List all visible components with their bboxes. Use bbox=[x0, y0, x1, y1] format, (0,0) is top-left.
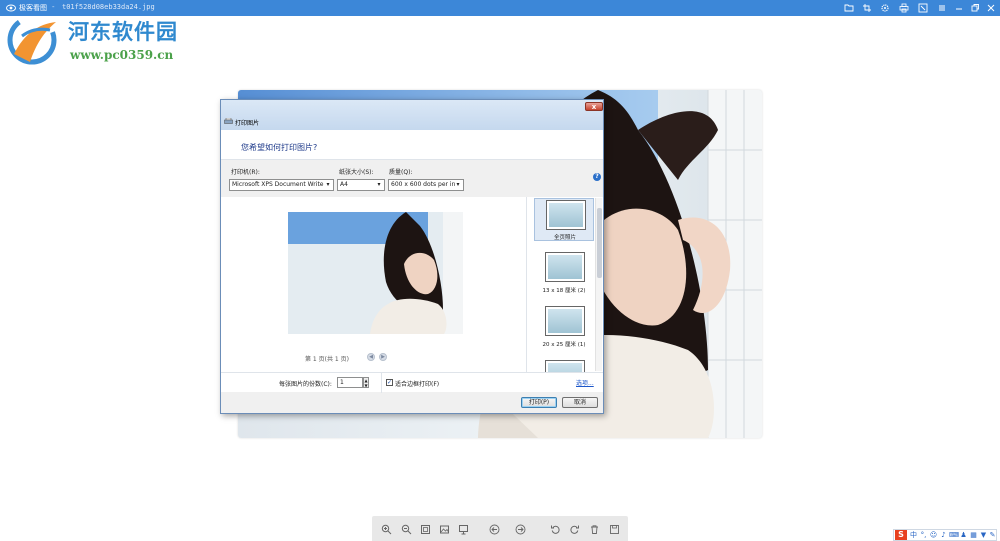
title-separator: - bbox=[52, 3, 55, 11]
layout-label: 13 x 18 厘米 (2) bbox=[542, 288, 586, 294]
paper-size-value: A4 bbox=[340, 181, 348, 188]
copies-input[interactable]: 1 bbox=[337, 377, 363, 388]
layout-label: 全页照片 bbox=[553, 235, 576, 241]
restore-icon[interactable] bbox=[968, 2, 982, 14]
watermark-title: 河东软件园 bbox=[68, 19, 178, 44]
dialog-header: 您希望如何打印图片? bbox=[221, 130, 603, 160]
dialog-caption-bar: 打印图片 x bbox=[221, 100, 603, 130]
zoom-out-icon[interactable] bbox=[399, 522, 413, 536]
close-icon[interactable] bbox=[984, 2, 998, 14]
prev-page-icon[interactable]: ◀ bbox=[367, 353, 375, 361]
print-button[interactable]: 打印(P) bbox=[521, 397, 557, 408]
layout-item-13x18[interactable]: 13 x 18 厘米 (2) bbox=[534, 252, 594, 297]
save-icon[interactable] bbox=[607, 522, 621, 536]
eye-app-icon bbox=[6, 3, 16, 13]
print-dialog: 打印图片 x 您希望如何打印图片? 打印机(R): Microsoft XPS … bbox=[220, 99, 604, 414]
copies-row: 每张图片的份数(C): 1 ▲ ▼ ✓ 适合边框打印(F) 选项... bbox=[221, 372, 603, 393]
printer-select[interactable]: Microsoft XPS Document Write ▾ bbox=[229, 179, 334, 191]
open-folder-icon[interactable] bbox=[842, 2, 856, 14]
next-image-icon[interactable] bbox=[513, 522, 527, 536]
file-name: t01f528d08eb33da24.jpg bbox=[62, 3, 155, 11]
layout-thumbnail bbox=[545, 306, 585, 336]
crop-icon[interactable] bbox=[860, 2, 874, 14]
rotate-left-icon[interactable] bbox=[548, 522, 562, 536]
copies-stepper[interactable]: ▲ ▼ bbox=[363, 377, 369, 388]
preview-photo bbox=[288, 212, 463, 334]
paper-size-select[interactable]: A4 ▾ bbox=[337, 179, 385, 191]
clothes-icon[interactable]: ▼ bbox=[979, 530, 988, 540]
fit-frame-label: 适合边框打印(F) bbox=[395, 381, 440, 388]
help-icon[interactable]: ? bbox=[593, 173, 601, 181]
next-page-icon[interactable]: ▶ bbox=[379, 353, 387, 361]
dialog-close-button[interactable]: x bbox=[585, 102, 603, 111]
layout-thumbnail bbox=[545, 252, 585, 282]
printer-icon bbox=[224, 117, 233, 125]
viewer-toolbar bbox=[372, 516, 628, 541]
microphone-icon[interactable]: ♪ bbox=[939, 530, 948, 540]
paper-size-label: 纸张大小(S): bbox=[339, 169, 374, 176]
minimize-icon[interactable] bbox=[952, 2, 966, 14]
dialog-heading: 您希望如何打印图片? bbox=[241, 143, 318, 152]
printer-label: 打印机(R): bbox=[231, 169, 260, 176]
ime-logo[interactable]: S bbox=[895, 530, 907, 540]
watermark-emblem-icon bbox=[7, 15, 57, 65]
quality-value: 600 x 600 dots per in bbox=[391, 181, 456, 188]
layout-scrollbar[interactable] bbox=[595, 198, 602, 371]
previous-image-icon[interactable] bbox=[487, 522, 501, 536]
chevron-down-icon: ▾ bbox=[326, 181, 330, 188]
tools-icon[interactable]: ✎ bbox=[988, 530, 997, 540]
chevron-down-icon: ▾ bbox=[377, 181, 381, 188]
layout-item-partial[interactable] bbox=[534, 360, 594, 372]
options-link[interactable]: 选项... bbox=[576, 378, 594, 387]
print-preview-pane: 第 1 页(共 1 页) ◀ ▶ bbox=[221, 197, 526, 372]
zoom-in-icon[interactable] bbox=[379, 522, 393, 536]
scrollbar-thumb[interactable] bbox=[597, 208, 602, 278]
delete-icon[interactable] bbox=[587, 522, 601, 536]
quality-select[interactable]: 600 x 600 dots per in ▾ bbox=[388, 179, 464, 191]
print-icon[interactable] bbox=[897, 2, 911, 14]
cancel-button[interactable]: 取消 bbox=[562, 397, 598, 408]
page-indicator: 第 1 页(共 1 页) bbox=[305, 356, 349, 363]
skin-icon[interactable]: ▦ bbox=[969, 530, 978, 540]
fit-window-icon[interactable] bbox=[418, 522, 432, 536]
layout-item-full-page[interactable]: 全页照片 bbox=[534, 198, 594, 241]
layout-thumbnail bbox=[545, 360, 585, 372]
ime-mode[interactable]: 中 bbox=[909, 530, 918, 540]
layout-thumbnail bbox=[546, 200, 586, 230]
slideshow-icon[interactable] bbox=[456, 522, 470, 536]
quality-label: 质量(Q): bbox=[389, 169, 413, 176]
menu-icon[interactable] bbox=[935, 2, 949, 14]
copies-label: 每张图片的份数(C): bbox=[279, 381, 332, 388]
user-icon[interactable]: ♟ bbox=[959, 530, 968, 540]
chevron-down-icon: ▾ bbox=[456, 181, 460, 188]
app-title: 极客看图 bbox=[19, 4, 47, 12]
actual-size-icon[interactable] bbox=[437, 522, 451, 536]
fit-frame-checkbox[interactable]: ✓ bbox=[386, 379, 393, 386]
settings-icon[interactable] bbox=[878, 2, 892, 14]
layout-item-20x25[interactable]: 20 x 25 厘米 (1) bbox=[534, 306, 594, 351]
printer-select-value: Microsoft XPS Document Write bbox=[232, 181, 324, 188]
rotate-right-icon[interactable] bbox=[567, 522, 581, 536]
fullscreen-icon[interactable] bbox=[916, 2, 930, 14]
ime-toolbar: S 中 °, ☺ ♪ ⌨ ♟ ▦ ▼ ✎ bbox=[893, 529, 997, 541]
keyboard-icon[interactable]: ⌨ bbox=[949, 530, 959, 540]
watermark-logo: 河东软件园 www.pc0359.cn bbox=[4, 14, 214, 70]
divider bbox=[381, 373, 382, 393]
layout-label: 20 x 25 厘米 (1) bbox=[542, 342, 586, 348]
dialog-title: 打印图片 bbox=[235, 120, 260, 127]
punctuation-icon[interactable]: °, bbox=[919, 530, 928, 540]
watermark-url: www.pc0359.cn bbox=[70, 48, 174, 62]
layout-list: 全页照片 13 x 18 厘米 (2) 20 x 25 厘米 (1) bbox=[526, 197, 603, 372]
emoji-icon[interactable]: ☺ bbox=[929, 530, 938, 540]
